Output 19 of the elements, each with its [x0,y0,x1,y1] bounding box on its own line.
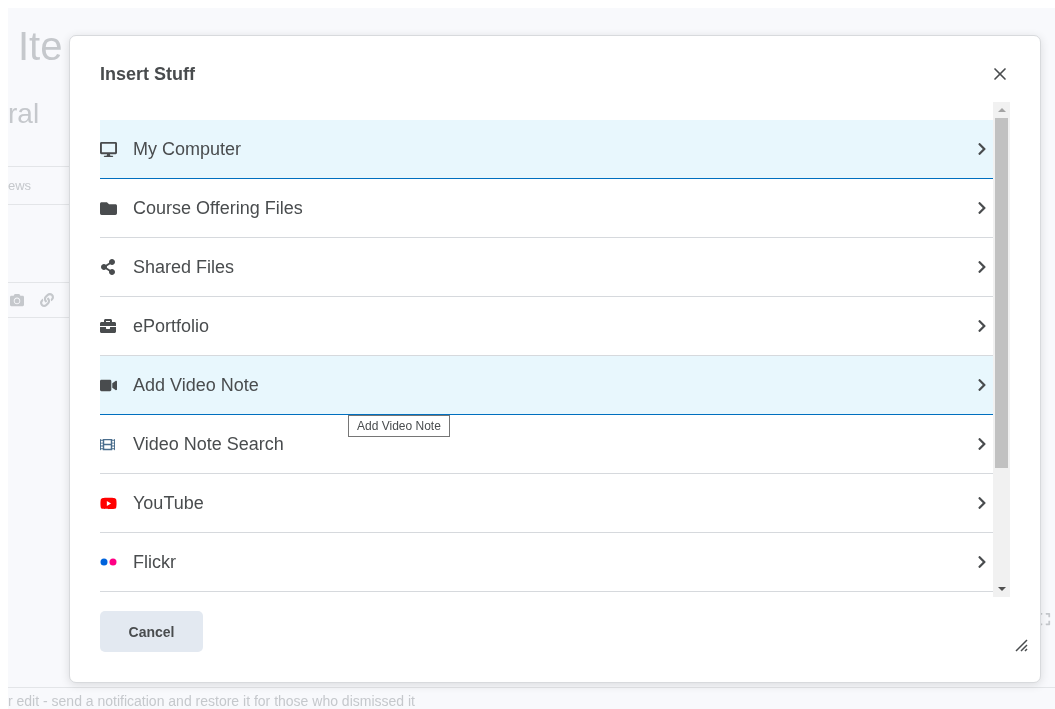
dialog-title: Insert Stuff [100,63,195,85]
share-icon [100,259,116,275]
list-item[interactable]: Add Video Note [100,356,993,415]
list-item[interactable]: Flickr [100,533,993,592]
tooltip: Add Video Note [348,415,450,437]
link-icon[interactable] [40,293,54,307]
list-item[interactable]: Course Offering Files [100,179,993,238]
folder-icon [100,199,117,217]
cancel-button[interactable]: Cancel [100,611,203,652]
film-icon [100,436,115,452]
monitor-icon [100,140,117,158]
scrollbar[interactable] [993,102,1010,597]
briefcase-icon [100,318,116,334]
two-dots-icon [100,558,118,566]
list-item[interactable]: My Computer [100,120,993,179]
resize-grip-icon[interactable] [1014,638,1028,652]
list-item[interactable]: Shared Files [100,238,993,297]
list-item[interactable]: YouTube [100,474,993,533]
camera-icon[interactable] [10,293,24,307]
